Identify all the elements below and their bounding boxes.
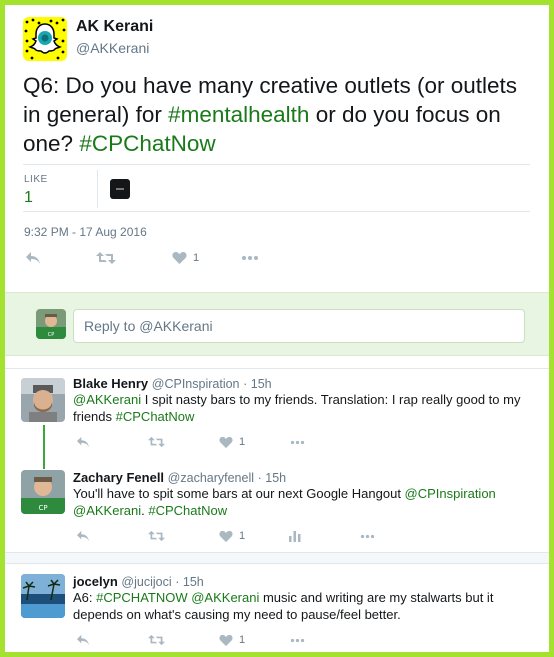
retweet-button[interactable] xyxy=(96,248,116,268)
reply-input[interactable]: Reply to @AKKerani xyxy=(73,309,525,343)
reply-actions: 1 xyxy=(76,432,316,452)
reply-author-handle[interactable]: @CPInspiration xyxy=(152,377,240,391)
divider xyxy=(5,368,549,369)
reply-button[interactable] xyxy=(76,432,90,452)
author-handle[interactable]: @AKKerani xyxy=(76,40,149,56)
reply-author-name[interactable]: Zachary Fenell xyxy=(73,470,164,485)
analytics-button[interactable] xyxy=(289,526,301,546)
thread-connector xyxy=(43,425,45,469)
mention-link[interactable]: @AKKerani xyxy=(73,392,141,407)
retweet-icon xyxy=(148,530,165,542)
reply-text: @AKKerani I spit nasty bars to my friend… xyxy=(73,392,533,425)
hashtag-link[interactable]: #mentalhealth xyxy=(168,102,309,127)
reply-icon xyxy=(77,530,89,542)
retweet-button[interactable] xyxy=(148,630,165,650)
more-icon xyxy=(360,534,375,538)
reply-actions: 1 xyxy=(76,630,316,650)
retweet-button[interactable] xyxy=(148,526,165,546)
reply-time[interactable]: 15h xyxy=(265,471,286,485)
retweet-icon xyxy=(148,634,165,646)
reply-author-name[interactable]: jocelyn xyxy=(73,574,118,589)
heart-icon xyxy=(219,530,233,542)
hashtag-link[interactable]: #CPChatNow xyxy=(116,409,195,424)
more-icon xyxy=(242,256,258,260)
tweet-actions: 1 xyxy=(25,248,285,268)
analytics-icon xyxy=(289,531,301,542)
reply-icon xyxy=(77,436,89,448)
reply-button[interactable] xyxy=(76,526,90,546)
heart-icon xyxy=(172,252,187,264)
reply-header: Zachary Fenell @zacharyfenell · 15h xyxy=(73,470,287,485)
like-count: 1 xyxy=(193,252,200,264)
avatar: CP xyxy=(36,309,66,339)
reply-author-handle[interactable]: @jucijoci xyxy=(121,575,171,589)
svg-text:CP: CP xyxy=(48,332,55,338)
like-button[interactable]: 1 xyxy=(219,526,245,546)
avatar[interactable]: CP xyxy=(21,470,65,514)
reply-actions: 1 xyxy=(76,526,386,546)
reply-text: A6: #CPCHATNOW @AKKerani music and writi… xyxy=(73,590,533,623)
more-button[interactable] xyxy=(289,630,306,650)
tweet-text: Q6: Do you have many creative outlets (o… xyxy=(23,71,528,158)
like-count: 1 xyxy=(239,530,246,542)
reply-author-name[interactable]: Blake Henry xyxy=(73,376,148,391)
heart-icon xyxy=(219,634,233,646)
author-name[interactable]: AK Kerani xyxy=(76,18,153,36)
more-icon xyxy=(290,638,305,642)
like-count: 1 xyxy=(239,634,246,646)
snapchat-ghost-icon xyxy=(23,17,67,61)
reply-button[interactable] xyxy=(76,630,90,650)
reply-text-part: A6: xyxy=(73,590,97,605)
reply-time[interactable]: 15h xyxy=(251,377,272,391)
likes-count[interactable]: 1 xyxy=(24,189,33,207)
more-icon xyxy=(290,440,305,444)
retweet-icon xyxy=(96,252,116,264)
reply-header: Blake Henry @CPInspiration · 15h xyxy=(73,376,272,391)
likes-label: LIKE xyxy=(24,174,48,185)
hashtag-link[interactable]: #CPCHATNOW xyxy=(96,590,187,605)
avatar[interactable] xyxy=(21,574,65,618)
reply-text-part: You'll have to spit some bars at our nex… xyxy=(73,486,405,501)
like-count: 1 xyxy=(239,436,246,448)
retweet-icon xyxy=(148,436,165,448)
reply-text: You'll have to spit some bars at our nex… xyxy=(73,486,533,519)
like-button[interactable]: 1 xyxy=(219,432,245,452)
more-button[interactable] xyxy=(241,248,259,268)
more-button[interactable] xyxy=(359,526,376,546)
reply-header: jocelyn @jucijoci · 15h xyxy=(73,574,204,589)
timestamp[interactable]: 9:32 PM - 17 Aug 2016 xyxy=(24,225,147,239)
like-button[interactable]: 1 xyxy=(172,248,199,268)
retweet-button[interactable] xyxy=(148,432,165,452)
mention-link[interactable]: @AKKerani xyxy=(191,590,259,605)
mention-link[interactable]: @CPInspiration xyxy=(405,486,496,501)
hashtag-link[interactable]: #CPChatNow xyxy=(148,503,227,518)
mention-link[interactable]: @AKKerani xyxy=(73,503,141,518)
avatar[interactable] xyxy=(21,378,65,422)
heart-icon xyxy=(219,436,233,448)
reply-composer: CP Reply to @AKKerani xyxy=(5,292,549,356)
reply-time[interactable]: 15h xyxy=(183,575,204,589)
avatar[interactable] xyxy=(23,17,67,61)
reply-author-handle[interactable]: @zacharyfenell xyxy=(168,471,254,485)
like-button[interactable]: 1 xyxy=(219,630,245,650)
hashtag-link[interactable]: #CPChatNow xyxy=(79,131,215,156)
reply-icon xyxy=(26,252,40,264)
conversation-separator xyxy=(5,552,549,564)
reply-button[interactable] xyxy=(25,248,41,268)
divider xyxy=(97,170,98,208)
divider xyxy=(23,164,530,165)
reply-icon xyxy=(77,634,89,646)
svg-text:CP: CP xyxy=(38,504,47,512)
liker-avatar[interactable] xyxy=(110,179,130,199)
more-button[interactable] xyxy=(289,432,306,452)
divider xyxy=(23,211,530,212)
